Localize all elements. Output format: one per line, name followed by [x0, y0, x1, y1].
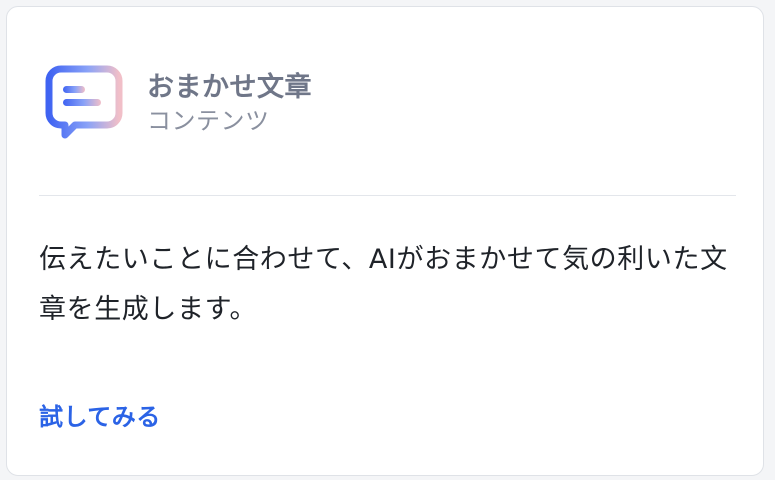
- card-subtitle: コンテンツ: [147, 107, 270, 135]
- card-titles: おまかせ文章 コンテンツ: [147, 65, 312, 137]
- card-description: 伝えたいことに合わせて、AIがおまかせて気の利いた文章を生成します。: [39, 244, 728, 325]
- chat-bubble-icon: [45, 65, 125, 145]
- card-header: おまかせ文章 コンテンツ: [45, 65, 312, 147]
- card-title: おまかせ文章: [147, 72, 312, 103]
- feature-card: おまかせ文章 コンテンツ 伝えたいことに合わせて、AIがおまかせて気の利いた文章…: [6, 6, 764, 476]
- divider: [39, 195, 736, 196]
- try-it-link[interactable]: 試してみる: [39, 397, 161, 432]
